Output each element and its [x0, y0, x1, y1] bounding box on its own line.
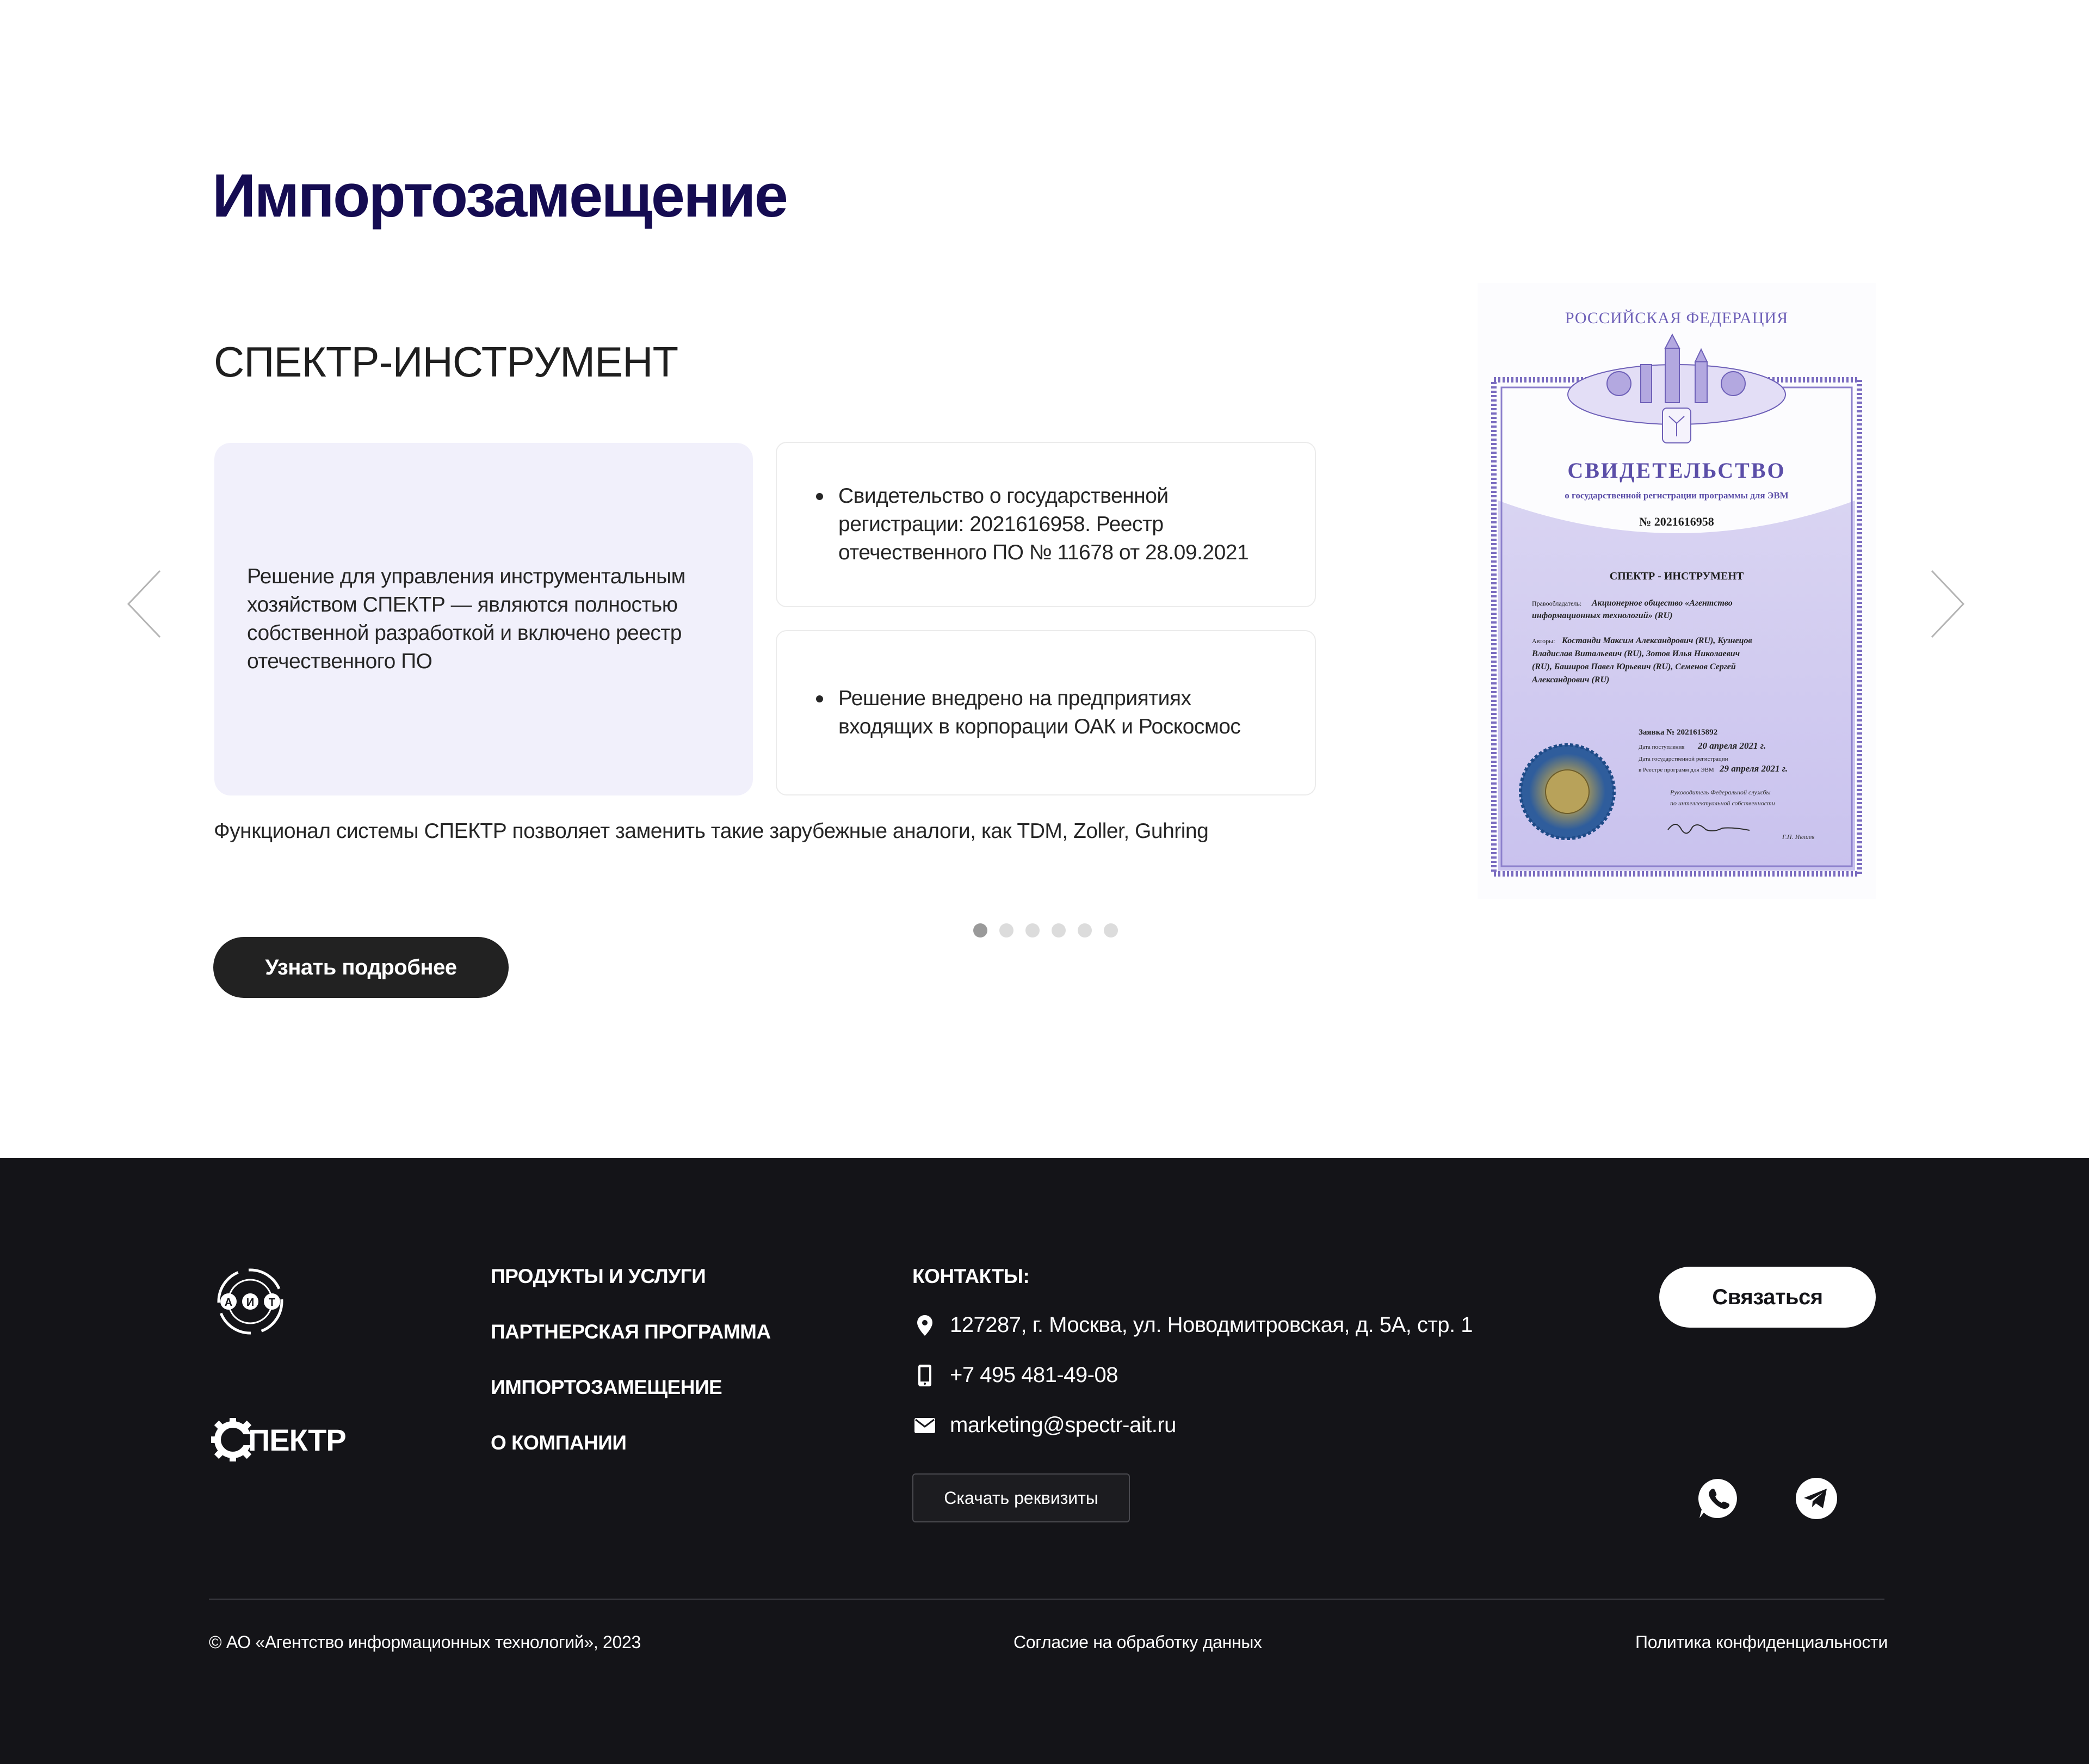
email-text: marketing@spectr-ait.ru — [950, 1413, 1176, 1437]
mail-icon — [914, 1414, 936, 1438]
cert-subtitle: о государственной регистрации программы … — [1565, 490, 1788, 501]
cert-program: СПЕКТР - ИНСТРУМЕНТ — [1610, 570, 1744, 582]
cert-head-line2: по интеллектуальной собственности — [1670, 799, 1775, 807]
bullet-icon — [816, 695, 823, 702]
cert-title: СВИДЕТЕЛЬСТВО — [1567, 458, 1785, 483]
cert-reg-date: 29 апреля 2021 г. — [1719, 763, 1788, 774]
cert-reg-label2: в Реестре программ для ЭВМ — [1639, 767, 1714, 773]
contact-phone[interactable]: +7 495 481-49-08 — [914, 1363, 1118, 1387]
whatsapp-icon — [1698, 1479, 1737, 1518]
cert-reg-label1: Дата государственной регистрации — [1639, 756, 1728, 762]
info-card-implementation: Решение внедрено на предприятиях входящи… — [776, 630, 1316, 795]
contact-address: 127287, г. Москва, ул. Новодмитровская, … — [914, 1313, 1473, 1337]
cert-signer: Г.П. Ивлиев — [1782, 833, 1814, 841]
cert-received-label: Дата поступления — [1639, 744, 1684, 750]
learn-more-button[interactable]: Узнать подробнее — [213, 937, 509, 998]
description-text: Решение для управления инструментальным … — [247, 565, 685, 673]
description-card: Решение для управления инструментальным … — [214, 443, 753, 795]
info-text: Свидетельство о государственной регистра… — [838, 484, 1249, 564]
cert-received-date: 20 апреля 2021 г. — [1697, 741, 1766, 751]
copyright-text: © АО «Агентство информационных технологи… — [209, 1632, 641, 1652]
phone-icon — [914, 1364, 936, 1387]
spektr-logo[interactable]: ПЕКТР — [210, 1417, 347, 1463]
list-item: Свидетельство о государственной регистра… — [816, 482, 1260, 567]
whatsapp-button[interactable] — [1696, 1477, 1740, 1520]
slider-prev-button[interactable] — [125, 569, 163, 639]
cert-holder-label: Правообладатель: — [1532, 600, 1581, 607]
download-requisites-button[interactable]: Скачать реквизиты — [912, 1473, 1130, 1522]
contacts-title: КОНТАКТЫ: — [912, 1265, 1030, 1287]
spektr-logo-text: ПЕКТР — [248, 1422, 347, 1457]
slider-dot-1[interactable] — [973, 923, 987, 937]
consent-link[interactable]: Согласие на обработку данных — [1013, 1632, 1262, 1652]
cert-holder-line2: информационных технологий» (RU) — [1532, 611, 1672, 620]
footer-divider — [209, 1599, 1884, 1600]
footer-nav-about[interactable]: О КОМПАНИИ — [491, 1432, 627, 1454]
list-item: Решение внедрено на предприятиях входящи… — [816, 684, 1260, 741]
phone-text: +7 495 481-49-08 — [950, 1363, 1118, 1387]
telegram-icon — [1796, 1478, 1837, 1519]
bullet-icon — [816, 493, 823, 500]
location-pin-icon — [914, 1313, 936, 1337]
certificate-image: РОССИЙСКАЯ ФЕДЕРАЦИЯ СВИДЕТЕЛЬСТВО о гос… — [1478, 283, 1876, 899]
slider-dot-6[interactable] — [1104, 923, 1118, 937]
slider-dot-3[interactable] — [1025, 923, 1040, 937]
cert-authors-label: Авторы: — [1532, 637, 1555, 645]
footer-nav-partners[interactable]: ПАРТНЕРСКАЯ ПРОГРАММА — [491, 1321, 771, 1343]
cert-number: № 2021616958 — [1639, 515, 1714, 528]
slider-pagination — [973, 923, 1118, 937]
slider-dot-5[interactable] — [1078, 923, 1092, 937]
functional-text: Функционал системы СПЕКТР позволяет заме… — [214, 819, 1209, 843]
ait-letter-t: Т — [269, 1297, 275, 1309]
cert-authors-line1: Костанди Максим Александрович (RU), Кузн… — [1561, 636, 1752, 645]
address-text: 127287, г. Москва, ул. Новодмитровская, … — [950, 1313, 1473, 1337]
footer-nav-products[interactable]: ПРОДУКТЫ И УСЛУГИ — [491, 1265, 706, 1288]
chevron-left-icon — [127, 570, 161, 638]
seal-icon — [1519, 743, 1616, 840]
footer-nav-import[interactable]: ИМПОРТОЗАМЕЩЕНИЕ — [491, 1376, 722, 1399]
product-title: СПЕКТР-ИНСТРУМЕНТ — [214, 338, 678, 386]
page-title: Импортозамещение — [212, 162, 788, 230]
ait-letter-a: А — [225, 1297, 232, 1309]
privacy-policy-link[interactable]: Политика конфиденциальности — [1635, 1632, 1888, 1652]
info-text: Решение внедрено на предприятиях входящи… — [838, 687, 1241, 738]
cert-holder-line1: Акционерное общество «Агентство — [1591, 599, 1733, 608]
ait-logo[interactable]: А И Т — [212, 1263, 288, 1340]
cert-authors-line4: Александрович (RU) — [1531, 675, 1609, 684]
cert-authors-line3: (RU), Баширов Павел Юрьевич (RU), Семено… — [1532, 662, 1736, 671]
info-card-registration: Свидетельство о государственной регистра… — [776, 442, 1316, 607]
telegram-button[interactable] — [1795, 1477, 1838, 1520]
slider-dot-2[interactable] — [999, 923, 1013, 937]
cert-country: РОССИЙСКАЯ ФЕДЕРАЦИЯ — [1565, 309, 1788, 327]
cert-head-line1: Руководитель Федеральной службы — [1670, 788, 1771, 796]
slider-next-button[interactable] — [1929, 569, 1967, 639]
contact-button[interactable]: Связаться — [1659, 1267, 1876, 1328]
contact-email[interactable]: marketing@spectr-ait.ru — [914, 1413, 1176, 1438]
chevron-right-icon — [1931, 570, 1965, 638]
slider-dot-4[interactable] — [1052, 923, 1066, 937]
cert-application: Заявка № 2021615892 — [1639, 728, 1717, 737]
ait-letter-i: И — [246, 1297, 254, 1309]
cert-authors-line2: Владислав Витальевич (RU), Зотов Илья Ни… — [1531, 649, 1740, 658]
